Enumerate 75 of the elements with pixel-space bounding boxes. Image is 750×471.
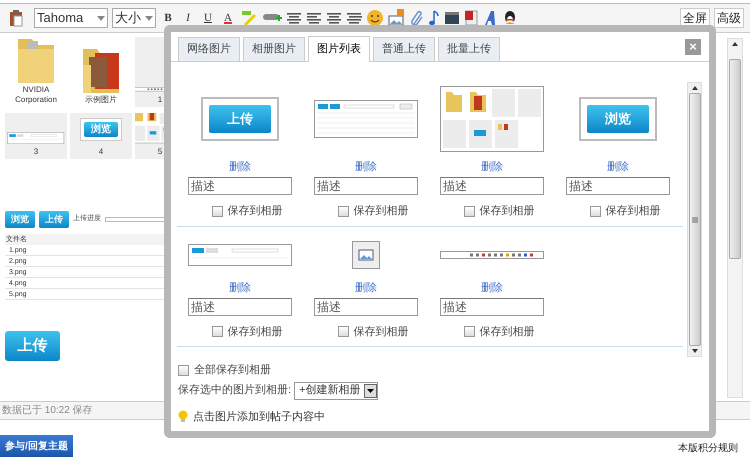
- clipboard-icon[interactable]: [8, 9, 24, 27]
- format-button[interactable]: I: [180, 10, 196, 26]
- font-style-icon[interactable]: [482, 10, 498, 26]
- file-tile[interactable]: 浏览 4: [70, 113, 132, 159]
- penguin-icon[interactable]: [502, 9, 518, 27]
- dialog-tab[interactable]: 批量上传: [438, 37, 500, 61]
- align-icon[interactable]: [306, 12, 322, 24]
- dialog-tab[interactable]: 图片列表: [308, 36, 370, 62]
- save-to-album-label[interactable]: 保存到相册: [228, 324, 282, 340]
- description-field[interactable]: 描述: [188, 177, 292, 195]
- dialog-tab[interactable]: 相册图片: [243, 37, 305, 61]
- checkbox[interactable]: [178, 364, 189, 376]
- save-to-album-label[interactable]: 保存到相册: [480, 324, 534, 340]
- paperclip-icon[interactable]: [410, 9, 424, 27]
- caret-icon[interactable]: [366, 388, 374, 392]
- align-icon[interactable]: [326, 12, 342, 24]
- save-to-album-label[interactable]: 保存到相册: [606, 203, 660, 220]
- align-icon[interactable]: [346, 12, 362, 24]
- description-field[interactable]: 描述: [314, 177, 418, 195]
- folder-grid-screenshot[interactable]: [440, 86, 544, 152]
- footer-link[interactable]: 本版积分规则: [678, 440, 738, 456]
- hint-text: 点击图片添加到帖子内容中: [193, 410, 325, 424]
- dialog-tab[interactable]: 普通上传: [373, 37, 435, 61]
- upload-bar-screenshot[interactable]: [7, 132, 65, 144]
- lightbulb-icon[interactable]: [178, 410, 188, 424]
- toolbar-screenshot[interactable]: [440, 250, 544, 258]
- highlighter-icon[interactable]: [240, 10, 258, 26]
- description-field[interactable]: 描述: [440, 298, 544, 316]
- checkbox[interactable]: [464, 206, 474, 217]
- image-icon[interactable]: [388, 9, 406, 27]
- save-to-album-label[interactable]: 保存到相册: [480, 203, 534, 220]
- delete-link[interactable]: 删除: [355, 159, 377, 175]
- checkbox[interactable]: [590, 206, 600, 217]
- size-select[interactable]: 大小: [112, 8, 156, 28]
- format-button[interactable]: B: [160, 10, 176, 26]
- description-field[interactable]: 描述: [314, 298, 418, 316]
- album-label: 保存选中的图片到相册:: [178, 383, 292, 398]
- checkbox[interactable]: [338, 326, 348, 338]
- description-field[interactable]: 描述: [566, 177, 670, 195]
- delete-link[interactable]: 删除: [481, 159, 503, 175]
- format-button[interactable]: U: [200, 10, 216, 26]
- film-icon[interactable]: [444, 11, 460, 25]
- description-field[interactable]: 描述: [188, 298, 292, 316]
- list-scrollbar[interactable]: [687, 82, 702, 357]
- delete-link[interactable]: 删除: [229, 280, 251, 296]
- reply-button[interactable]: 参与/回复主题: [0, 435, 73, 457]
- autosave-status: 数据已于 10:22 保存: [2, 404, 93, 418]
- save-all-label[interactable]: 全部保存到相册: [194, 362, 271, 378]
- save-to-album-label[interactable]: 保存到相册: [354, 324, 408, 340]
- delete-link[interactable]: 删除: [229, 159, 251, 175]
- delete-link[interactable]: 删除: [355, 280, 377, 296]
- font-select[interactable]: Tahoma: [34, 8, 108, 28]
- checkbox[interactable]: [338, 206, 348, 217]
- image-icon-screenshot[interactable]: [352, 240, 380, 268]
- delete-link[interactable]: 删除: [481, 280, 503, 296]
- save-to-album-label[interactable]: 保存到相册: [228, 203, 282, 220]
- flash-document-icon[interactable]: [464, 10, 478, 26]
- upload-bar-screenshot[interactable]: [188, 244, 292, 266]
- album-select[interactable]: +创建新相册: [294, 382, 378, 400]
- smiley-icon[interactable]: [366, 9, 384, 27]
- dialog-tab[interactable]: 网络图片: [178, 37, 240, 61]
- file-tile[interactable]: 3: [5, 113, 67, 159]
- checkbox[interactable]: [464, 326, 474, 338]
- table-screenshot[interactable]: [314, 100, 418, 138]
- checkbox[interactable]: [212, 206, 222, 217]
- align-icon[interactable]: [286, 12, 302, 24]
- format-button[interactable]: A: [220, 10, 236, 26]
- editor-scrollbar[interactable]: [727, 38, 743, 398]
- delete-link[interactable]: 删除: [607, 159, 629, 175]
- music-note-icon[interactable]: [428, 9, 440, 27]
- checkbox[interactable]: [212, 326, 222, 338]
- toolbar-button[interactable]: 高级: [714, 8, 744, 28]
- grip-icon[interactable]: [692, 216, 698, 222]
- description-field[interactable]: 描述: [440, 177, 544, 195]
- save-to-album-label[interactable]: 保存到相册: [354, 203, 408, 220]
